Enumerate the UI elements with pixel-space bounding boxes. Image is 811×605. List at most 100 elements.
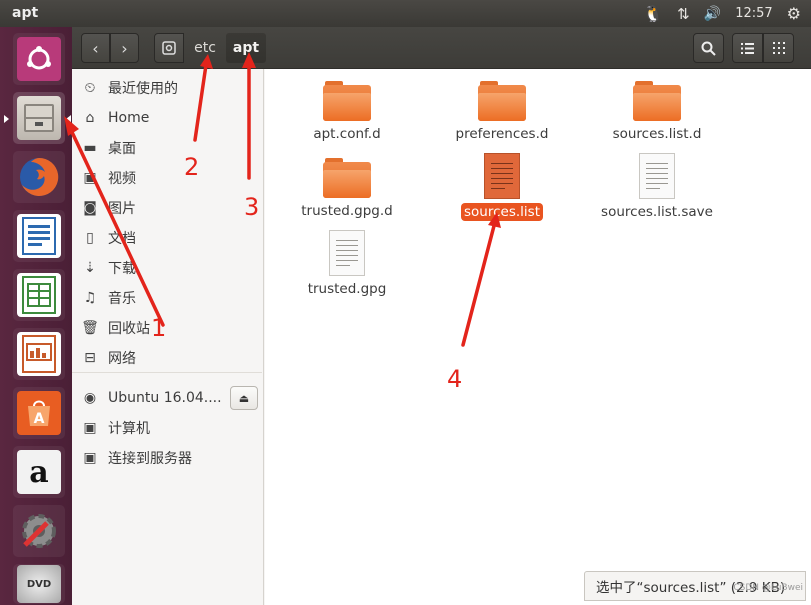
file-name: sources.list.save — [601, 204, 713, 220]
file-item[interactable]: preferences.d — [427, 81, 577, 143]
impress-icon — [17, 332, 61, 376]
file-item[interactable]: apt.conf.d — [272, 81, 422, 143]
server-icon: ▣ — [83, 450, 97, 466]
header-bar: ‹ › etc apt — [72, 27, 811, 69]
file-item-selected[interactable]: sources.list — [427, 153, 577, 221]
launcher-firefox[interactable] — [13, 151, 65, 203]
file-name: preferences.d — [455, 126, 549, 142]
launcher-files[interactable] — [13, 92, 65, 144]
text-file-icon — [329, 230, 365, 276]
grid-view-icon — [772, 42, 785, 54]
chevron-left-icon: ‹ — [92, 38, 99, 58]
file-name: apt.conf.d — [313, 126, 381, 142]
sidebar-divider — [72, 372, 262, 373]
top-panel: apt 🐧 ⇅ 🔊 12:57 ⚙ — [0, 0, 811, 27]
file-item[interactable]: trusted.gpg.d — [272, 158, 422, 220]
file-item[interactable]: sources.list.save — [582, 153, 732, 221]
running-indicator — [4, 115, 9, 123]
dvd-icon: DVD — [17, 565, 61, 603]
drive-icon — [162, 41, 176, 55]
sidebar-item-music[interactable]: ♫ 音乐 — [72, 283, 262, 313]
launcher-ubuntu-dash[interactable] — [13, 33, 65, 85]
calc-icon — [17, 273, 61, 317]
ubuntu-dash-icon — [17, 37, 61, 81]
text-file-icon — [639, 153, 675, 199]
amazon-icon: a — [17, 450, 61, 494]
launcher-writer[interactable] — [13, 210, 65, 262]
sidebar-item-recent[interactable]: ⏲ 最近使用的 — [72, 73, 262, 103]
launcher: A a DVD — [0, 27, 72, 605]
trash-icon: 🗑 — [81, 320, 99, 336]
launcher-amazon[interactable]: a — [13, 446, 65, 498]
home-icon: ⌂ — [85, 110, 95, 126]
list-view-button[interactable] — [732, 33, 763, 63]
forward-button[interactable]: › — [110, 33, 139, 63]
clock[interactable]: 12:57 — [735, 6, 772, 21]
sidebar-item-documents[interactable]: ▯ 文档 — [72, 223, 262, 253]
folder-icon: ▬ — [83, 140, 97, 156]
sidebar-item-connect-server[interactable]: ▣ 连接到服务器 — [72, 443, 262, 473]
annotation-number-2: 2 — [184, 153, 200, 181]
sidebar-item-desktop[interactable]: ▬ 桌面 — [72, 133, 262, 163]
sidebar-item-home[interactable]: ⌂ Home — [72, 103, 262, 133]
back-button[interactable]: ‹ — [81, 33, 110, 63]
system-tray: 🐧 ⇅ 🔊 12:57 ⚙ — [643, 0, 811, 27]
sidebar-item-ubuntu-disc[interactable]: ◉ Ubuntu 16.04.... — [72, 383, 227, 413]
volume-icon[interactable]: 🔊 — [704, 6, 721, 22]
tux-icon[interactable]: 🐧 — [643, 4, 663, 23]
sidebar-item-network[interactable]: ⊟ 网络 — [72, 343, 262, 373]
annotation-number-3: 3 — [244, 193, 260, 221]
sidebar-item-trash[interactable]: 🗑 回收站 — [72, 313, 262, 343]
launcher-impress[interactable] — [13, 328, 65, 380]
places-sidebar: ⏲ 最近使用的 ⌂ Home ▬ 桌面 ▣ 视频 ◙ 图片 ▯ 文档 ⇣ 下载 ♫ 音乐 🗑 回收… — [72, 69, 264, 605]
folder-icon — [633, 81, 681, 121]
network-updown-icon[interactable]: ⇅ — [677, 5, 690, 23]
sidebar-item-videos[interactable]: ▣ 视频 — [72, 163, 262, 193]
search-button[interactable] — [693, 33, 724, 63]
sidebar-item-downloads[interactable]: ⇣ 下载 — [72, 253, 262, 283]
gear-icon[interactable]: ⚙ — [787, 4, 801, 23]
location-root-button[interactable] — [154, 33, 184, 63]
system-settings-icon — [17, 509, 61, 553]
firefox-icon — [17, 155, 61, 199]
annotation-number-4: 4 — [447, 365, 463, 393]
software-center-icon: A — [17, 391, 61, 435]
writer-icon — [17, 214, 61, 258]
file-item[interactable]: sources.list.d — [582, 81, 732, 143]
launcher-system-settings[interactable] — [13, 505, 65, 557]
launcher-dvd[interactable]: DVD — [13, 564, 65, 604]
launcher-calc[interactable] — [13, 269, 65, 321]
breadcrumb-etc[interactable]: etc — [186, 33, 224, 63]
drive-icon: ▣ — [83, 420, 97, 436]
sidebar-item-computer[interactable]: ▣ 计算机 — [72, 413, 262, 443]
disc-icon: ◉ — [83, 390, 97, 406]
breadcrumb-apt[interactable]: apt — [226, 33, 266, 63]
list-view-icon — [741, 42, 754, 54]
active-indicator — [66, 115, 71, 123]
sidebar-item-pictures[interactable]: ◙ 图片 — [72, 193, 262, 223]
folder-icon — [478, 81, 526, 121]
launcher-software-center[interactable]: A — [13, 387, 65, 439]
file-item[interactable]: trusted.gpg — [272, 230, 422, 298]
window-title: apt — [12, 5, 39, 21]
download-icon: ⇣ — [84, 260, 96, 276]
chevron-right-icon: › — [121, 38, 128, 58]
video-icon: ▣ — [83, 170, 97, 186]
svg-text:A: A — [34, 411, 45, 427]
eject-button[interactable]: ⏏ — [230, 386, 258, 410]
watermark: CSDN @LuBwei — [733, 583, 803, 593]
search-icon — [701, 41, 716, 56]
clock-icon: ⏲ — [84, 80, 96, 96]
text-file-icon — [484, 153, 520, 199]
eject-icon: ⏏ — [238, 391, 250, 405]
file-name: sources.list — [461, 203, 543, 221]
file-name: trusted.gpg.d — [301, 203, 393, 219]
document-icon: ▯ — [86, 230, 94, 246]
grid-view-button[interactable] — [763, 33, 794, 63]
network-icon: ⊟ — [84, 350, 96, 366]
music-icon: ♫ — [83, 290, 97, 306]
camera-icon: ◙ — [83, 200, 97, 216]
folder-icon — [323, 81, 371, 121]
file-view: apt.conf.d preferences.d sources.list.d … — [265, 69, 811, 605]
file-name: trusted.gpg — [307, 281, 387, 297]
